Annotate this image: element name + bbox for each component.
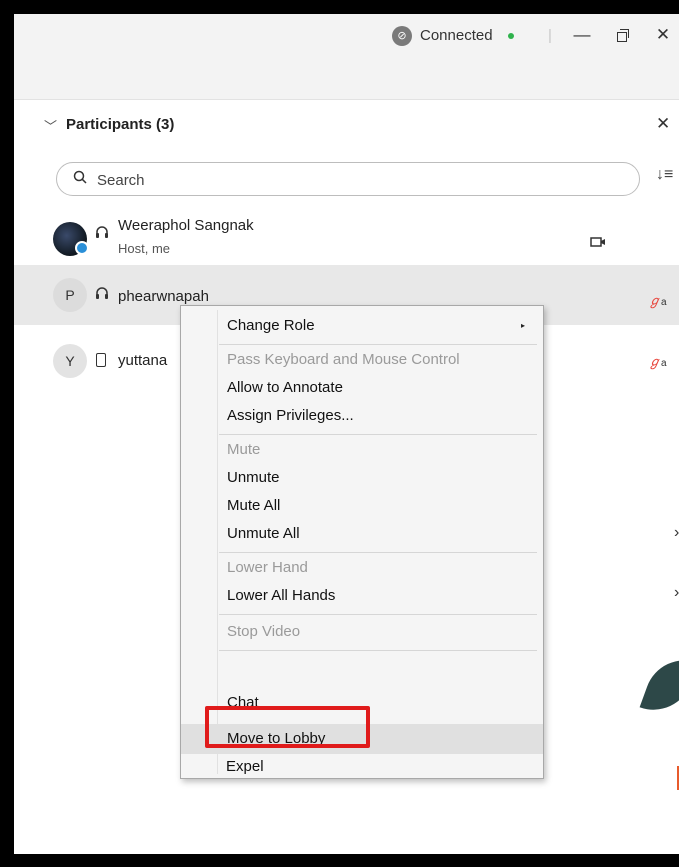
- menu-separator: [219, 552, 537, 553]
- title-bar: ⊘ Connected | — ✕: [14, 14, 679, 100]
- background-artwork: ›: [674, 584, 679, 601]
- lock-icon: a: [661, 358, 667, 369]
- participant-row-host[interactable]: Weeraphol Sangnak Host, me: [14, 211, 679, 267]
- menu-item-expel[interactable]: Expel: [180, 753, 542, 781]
- restore-button[interactable]: [608, 22, 638, 48]
- headset-icon: [96, 287, 108, 299]
- headset-icon: [96, 226, 108, 238]
- participant-role: Host, me: [118, 241, 171, 256]
- status-dot: [508, 33, 514, 39]
- background-artwork: ›: [674, 524, 679, 541]
- menu-item-unmute-all[interactable]: Unmute All: [181, 520, 543, 548]
- participant-name: yuttana: [118, 352, 168, 369]
- menu-item-unmute[interactable]: Unmute: [181, 464, 543, 492]
- menu-item-assign-privileges[interactable]: Assign Privileges...: [181, 402, 543, 430]
- menu-separator: [219, 650, 537, 651]
- submenu-arrow-icon: ▸: [521, 321, 526, 330]
- sort-button[interactable]: ↓≡: [656, 166, 679, 192]
- muted-mic-icon[interactable]: ℊa: [648, 351, 670, 369]
- menu-item-pass-control[interactable]: Pass Keyboard and Mouse Control: [181, 346, 543, 374]
- video-camera-icon[interactable]: [590, 236, 606, 248]
- menu-separator: [219, 614, 537, 615]
- menu-item-allow-annotate[interactable]: Allow to Annotate: [181, 374, 543, 402]
- highlight-box: [205, 706, 370, 748]
- menu-separator: [219, 344, 537, 345]
- search-box[interactable]: [56, 162, 640, 196]
- participant-name: Weeraphol Sangnak: [118, 217, 254, 234]
- menu-item-mute[interactable]: Mute: [181, 436, 543, 464]
- phone-icon: [96, 353, 106, 367]
- background-artwork: [639, 649, 679, 721]
- avatar: P: [53, 278, 87, 312]
- search-input[interactable]: [97, 169, 617, 191]
- minimize-button[interactable]: —: [567, 22, 597, 48]
- avatar: Y: [53, 344, 87, 378]
- menu-item-change-role[interactable]: Change Role ▸: [181, 312, 543, 340]
- close-panel-button[interactable]: ✕: [656, 114, 670, 134]
- menu-item-lower-hand[interactable]: Lower Hand: [181, 554, 543, 582]
- menu-item-mute-all[interactable]: Mute All: [181, 492, 543, 520]
- muted-mic-icon[interactable]: ℊa: [648, 290, 670, 308]
- connection-status[interactable]: Connected: [420, 26, 493, 46]
- connection-icon: ⊘: [392, 26, 412, 46]
- restore-icon: [617, 29, 629, 42]
- participants-title: Participants (3): [66, 116, 175, 133]
- app-window: ⊘ Connected | — ✕ ﹀ Participants (3) ✕ ↓…: [14, 14, 679, 854]
- chevron-down-icon[interactable]: ﹀: [44, 116, 57, 135]
- close-window-button[interactable]: ✕: [648, 22, 678, 48]
- menu-item-stop-video[interactable]: Stop Video: [181, 618, 543, 646]
- menu-item-lower-all-hands[interactable]: Lower All Hands: [181, 582, 543, 610]
- avatar-badge-icon: [75, 241, 89, 255]
- participants-header[interactable]: ﹀ Participants (3) ✕: [14, 112, 679, 140]
- participant-name: phearwnapah: [118, 288, 209, 305]
- menu-separator: [219, 434, 537, 435]
- titlebar-separator: |: [548, 27, 552, 44]
- lock-icon: a: [661, 297, 667, 308]
- search-icon: [73, 170, 87, 184]
